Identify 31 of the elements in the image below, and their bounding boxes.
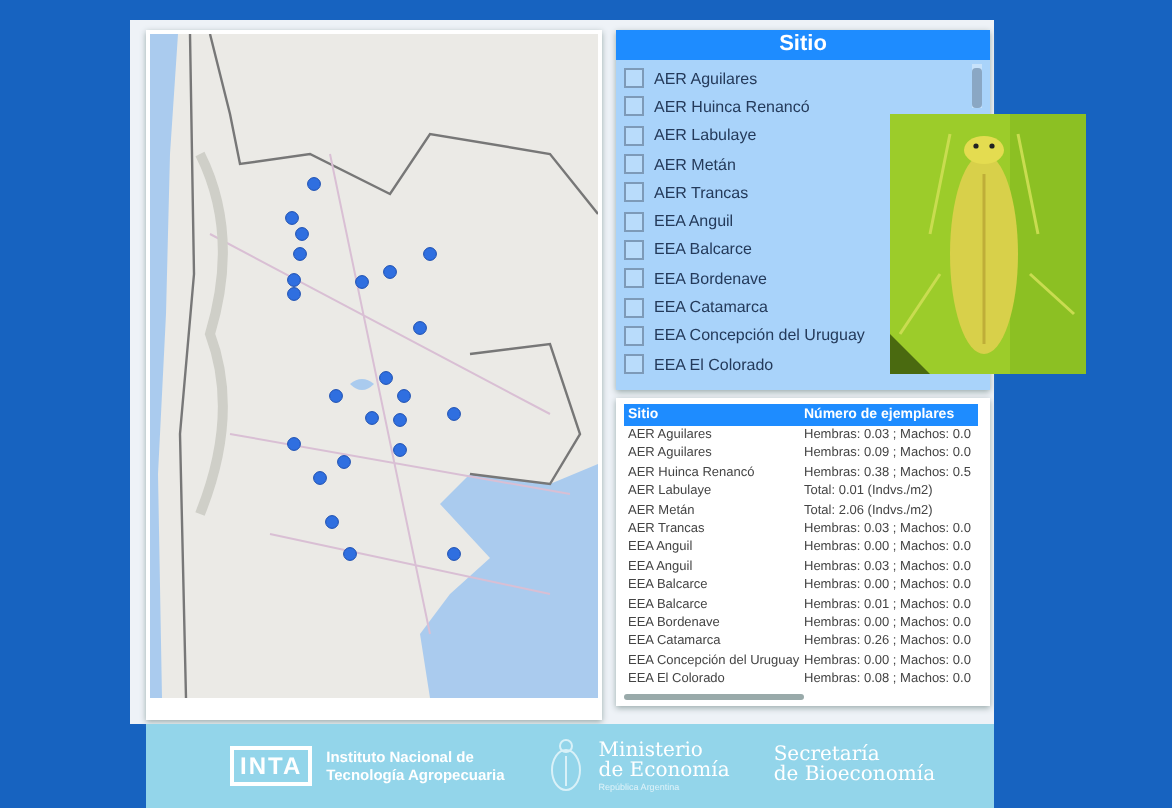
checkbox[interactable] — [624, 182, 644, 203]
filter-option[interactable]: EEA Concepción del Uruguay — [624, 321, 865, 350]
filter-option[interactable]: AER Trancas — [624, 178, 749, 207]
scrollbar[interactable] — [624, 694, 804, 701]
secretariat-name: Secretaría — [773, 746, 880, 766]
filter-option[interactable]: AER Labulaye — [624, 121, 757, 150]
checkbox[interactable] — [624, 354, 644, 375]
checkbox[interactable] — [624, 125, 644, 146]
filter-title: Sitio — [616, 30, 990, 60]
secretariat-name: de Bioeconomía — [773, 766, 936, 786]
checkbox[interactable] — [624, 297, 644, 318]
filter-option[interactable]: EEA El Colorado — [624, 349, 774, 379]
coat-of-arms-icon — [548, 736, 585, 796]
checkbox[interactable] — [624, 96, 644, 117]
checkbox[interactable] — [624, 268, 644, 289]
ministry-name: de Economía — [598, 761, 730, 781]
filter-option[interactable]: AER Huinca Renancó — [624, 92, 810, 122]
filter-option[interactable]: EEA Balcarce — [624, 235, 752, 265]
checkbox[interactable] — [624, 154, 644, 175]
checkbox[interactable] — [624, 211, 644, 232]
filter-option[interactable]: EEA Catamarca — [624, 292, 768, 322]
checkbox[interactable] — [624, 325, 644, 346]
filter-option[interactable]: EEA Bordenave — [624, 264, 767, 293]
filter-option[interactable]: AER Metán — [624, 149, 736, 179]
logo-mark: INTA — [230, 746, 313, 786]
ministry-name: Ministerio — [598, 741, 703, 761]
filter-option[interactable]: EEA Anguil — [624, 206, 734, 236]
checkbox[interactable] — [624, 239, 644, 260]
scrollbar[interactable] — [972, 64, 982, 108]
filter-option[interactable]: AER Aguilares — [624, 64, 758, 93]
checkbox[interactable] — [624, 68, 644, 89]
